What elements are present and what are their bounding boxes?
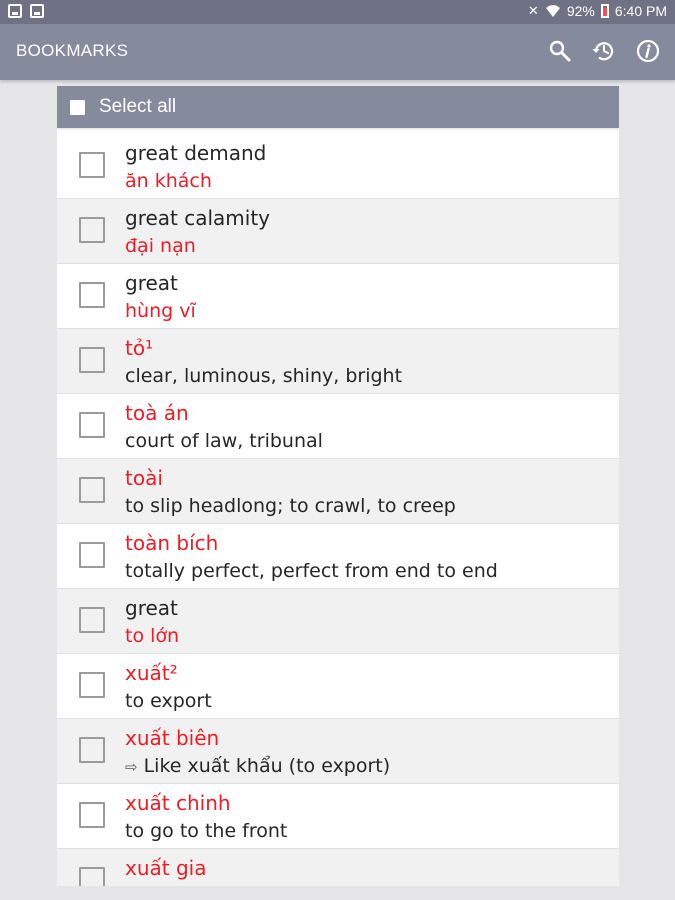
bookmark-checkbox[interactable]: [79, 802, 105, 828]
battery-percent: 92%: [566, 3, 595, 19]
bookmark-translation: to export: [125, 690, 212, 712]
info-icon[interactable]: [633, 36, 663, 66]
bookmark-row[interactable]: xuất² to export: [57, 654, 619, 719]
bookmark-entry: toà án: [125, 401, 189, 425]
see-also-arrow-icon: ⇨: [125, 758, 138, 776]
bookmark-entry: tỏ¹: [125, 336, 154, 360]
select-all-checkbox[interactable]: [70, 99, 85, 115]
bookmark-row[interactable]: toài to slip headlong; to crawl, to creep: [57, 459, 619, 524]
history-icon[interactable]: [589, 36, 619, 66]
clock: 6:40 PM: [614, 3, 667, 19]
app-bar-actions: [545, 36, 663, 66]
bookmark-row[interactable]: xuất chinh to go to the front: [57, 784, 619, 849]
bookmark-checkbox[interactable]: [79, 217, 105, 243]
bookmark-entry: xuất gia: [125, 856, 207, 880]
app-bar: BOOKMARKS: [0, 24, 675, 80]
bookmark-translation: hùng vĩ: [125, 300, 196, 322]
gallery-icon: [30, 4, 44, 18]
notification-icons: [8, 4, 44, 18]
bookmark-checkbox[interactable]: [79, 672, 105, 698]
bookmark-checkbox[interactable]: [79, 867, 105, 886]
bookmark-checkbox[interactable]: [79, 282, 105, 308]
bookmark-row[interactable]: xuất biên ⇨ Like xuất khẩu (to export): [57, 719, 619, 784]
bookmark-checkbox[interactable]: [79, 477, 105, 503]
bookmark-translation: court of law, tribunal: [125, 430, 323, 452]
bookmark-translation: ⇨ Like xuất khẩu (to export): [125, 754, 390, 779]
bookmark-row[interactable]: toà án court of law, tribunal: [57, 394, 619, 459]
status-indicators: ✕ 92% 6:40 PM: [528, 3, 667, 19]
search-icon[interactable]: [545, 36, 575, 66]
bookmark-entry: toàn bích: [125, 531, 219, 555]
bookmark-row[interactable]: great to lớn: [57, 589, 619, 654]
bookmark-entry: great demand: [125, 141, 267, 165]
bookmark-translation: đại nạn: [125, 235, 196, 257]
bookmark-entry: xuất²: [125, 661, 178, 685]
bookmark-translation-text: Like xuất khẩu (to export): [143, 755, 391, 777]
bookmark-entry: great: [125, 596, 178, 620]
bookmark-row[interactable]: great hùng vĩ: [57, 264, 619, 329]
bookmark-checkbox[interactable]: [79, 737, 105, 763]
bookmark-entry: great calamity: [125, 206, 271, 230]
bookmark-row[interactable]: great demand ăn khách: [57, 134, 619, 199]
bookmark-entry: toài: [125, 466, 163, 490]
bookmark-translation: ăn khách: [125, 170, 212, 192]
bookmark-translation: to go to the front: [125, 820, 288, 842]
bookmark-row[interactable]: toàn bích totally perfect, perfect from e…: [57, 524, 619, 589]
bookmark-checkbox[interactable]: [79, 412, 105, 438]
bookmark-entry: xuất chinh: [125, 791, 231, 815]
bookmark-translation: totally perfect, perfect from end to end: [125, 560, 498, 582]
bookmark-translation: to slip headlong; to crawl, to creep: [125, 495, 456, 517]
bookmark-entry: xuất biên: [125, 726, 220, 750]
bookmark-checkbox[interactable]: [79, 152, 105, 178]
bookmark-checkbox[interactable]: [79, 347, 105, 373]
select-all-bar[interactable]: Select all: [57, 86, 619, 128]
battery-icon: [600, 4, 609, 18]
bookmark-row[interactable]: tỏ¹ clear, luminous, shiny, bright: [57, 329, 619, 394]
bookmarks-panel: Select all great demand ăn khách great cal…: [57, 86, 619, 886]
bookmark-list: great demand ăn khách great calamity đại nạ…: [57, 134, 619, 886]
bookmark-row[interactable]: xuất gia: [57, 849, 619, 886]
bookmark-row[interactable]: great calamity đại nạn: [57, 199, 619, 264]
screenshot-icon: [8, 4, 22, 18]
select-all-label: Select all: [99, 96, 177, 117]
page-title: BOOKMARKS: [16, 41, 129, 60]
bookmark-translation: to lớn: [125, 625, 180, 647]
wifi-icon: [545, 5, 560, 17]
bookmark-checkbox[interactable]: [79, 542, 105, 568]
mute-icon: ✕: [527, 3, 539, 18]
bookmark-entry: great: [125, 271, 178, 295]
bookmark-translation: clear, luminous, shiny, bright: [125, 365, 403, 387]
bookmark-checkbox[interactable]: [79, 607, 105, 633]
status-bar: ✕ 92% 6:40 PM: [0, 0, 675, 24]
